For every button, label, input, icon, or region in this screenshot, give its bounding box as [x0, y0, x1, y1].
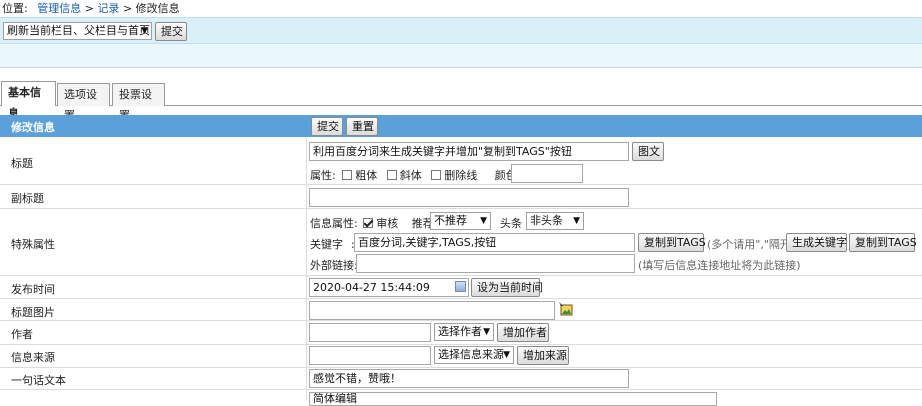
strike-checkbox[interactable] — [431, 170, 442, 180]
generate-keywords-button[interactable]: 生成关键字 — [786, 233, 847, 252]
tab-basic-info[interactable]: 基本信息 — [1, 81, 56, 120]
recommend-value: 不推荐 — [434, 214, 467, 227]
calendar-icon[interactable] — [455, 281, 466, 292]
recommend-select[interactable]: 不推荐 ▼ — [430, 212, 491, 230]
source-input[interactable] — [309, 346, 431, 365]
image-text-button[interactable]: 图文 — [632, 142, 664, 161]
source-select-value: 选择信息来源 — [438, 348, 504, 361]
keyword-hint: (多个请用","隔开) — [707, 238, 796, 251]
chevron-down-icon: ▼ — [573, 216, 580, 226]
editor-mode-field[interactable]: 简体编辑 — [309, 392, 717, 406]
source-label: 信息来源 — [11, 351, 55, 364]
breadcrumb-link-records[interactable]: 记录 — [97, 2, 119, 15]
subtitle-label: 副标题 — [11, 192, 44, 205]
copy-to-tags-button-2[interactable]: 复制到TAGS — [849, 233, 917, 252]
review-checkbox[interactable] — [363, 218, 374, 228]
row-divider — [0, 208, 922, 209]
title-image-input[interactable] — [309, 301, 555, 320]
tab-options[interactable]: 选项设置 — [57, 83, 110, 122]
add-source-button[interactable]: 增加来源 — [517, 346, 569, 365]
header-reset-button[interactable]: 重置 — [346, 117, 378, 136]
bold-label: 粗体 — [355, 169, 378, 182]
summary-input[interactable]: 感觉不错，赞哦！ — [309, 369, 629, 388]
row-divider — [0, 344, 922, 345]
copy-to-tags-button[interactable]: 复制到TAGS — [638, 233, 706, 252]
info-attr-label: 信息属性: — [310, 217, 358, 230]
form-header-bar — [0, 115, 922, 137]
headline-value: 非头条 — [530, 214, 563, 227]
label-column-divider — [306, 137, 307, 400]
row-divider — [0, 184, 922, 185]
external-link-hint: (填写后信息连接地址将为此链接) — [638, 259, 801, 272]
info-band — [0, 44, 922, 68]
info-attr-line: 信息属性: 审核 推荐 — [310, 215, 434, 231]
headline-select[interactable]: 非头条 ▼ — [526, 212, 584, 230]
image-picker-icon[interactable] — [559, 302, 573, 316]
keyword-label-text: 关键字 — [310, 238, 343, 251]
publish-time-label: 发布时间 — [11, 283, 55, 296]
breadcrumb-separator: > — [122, 2, 133, 15]
chevron-down-icon: ▼ — [483, 327, 490, 337]
row-divider — [0, 275, 922, 276]
strike-label: 删除线 — [444, 169, 478, 182]
breadcrumb-prefix: 位置: — [2, 2, 28, 15]
row-divider — [0, 320, 922, 321]
refresh-scope-value: 刷新当前栏目、父栏目与首页 — [7, 24, 150, 37]
chevron-down-icon: ▼ — [480, 216, 487, 226]
italic-checkbox[interactable] — [386, 170, 397, 180]
row-divider — [0, 389, 922, 390]
title-attributes: 属性: 粗体 斜体 删除线 颜色: — [310, 167, 520, 183]
chevron-down-icon: ▼ — [141, 26, 148, 36]
headline-label: 头条 — [500, 217, 522, 230]
form-header-title: 修改信息 — [11, 121, 55, 134]
special-attr-label: 特殊属性 — [11, 238, 55, 251]
external-link-input[interactable] — [356, 254, 635, 273]
title-attr-label: 属性: — [310, 169, 336, 182]
tab-voting[interactable]: 投票设置 — [112, 83, 165, 122]
subtitle-input[interactable] — [309, 188, 629, 207]
breadcrumb-link-manage[interactable]: 管理信息 — [37, 2, 81, 15]
breadcrumb-current: 修改信息 — [135, 2, 180, 15]
add-author-button[interactable]: 增加作者 — [497, 323, 549, 342]
row-divider — [0, 298, 922, 299]
summary-label: 一句话文本 — [11, 374, 66, 387]
chevron-down-icon: ▼ — [503, 350, 510, 360]
review-label: 审核 — [376, 217, 399, 230]
author-select-value: 选择作者 — [438, 325, 482, 338]
keyword-input[interactable]: 百度分词,关键字,TAGS,按钮 — [354, 233, 635, 252]
author-label: 作者 — [11, 328, 33, 341]
author-input[interactable] — [309, 323, 431, 342]
title-input[interactable]: 利用百度分词来生成关键字并增加"复制到TAGS"按钮 — [309, 142, 629, 161]
breadcrumb-separator: > — [84, 2, 94, 15]
set-current-time-button[interactable]: 设为当前时间 — [471, 278, 543, 297]
title-image-label: 标题图片 — [11, 306, 55, 319]
refresh-scope-select[interactable]: 刷新当前栏目、父栏目与首页 ▼ — [3, 22, 152, 40]
toolbar-submit-button[interactable]: 提交 — [155, 22, 187, 41]
keyword-label: 关键字: — [310, 236, 355, 252]
source-select[interactable]: 选择信息来源 ▼ — [434, 346, 514, 364]
header-submit-button[interactable]: 提交 — [311, 117, 343, 136]
color-input[interactable] — [511, 164, 583, 183]
title-label: 标题 — [11, 157, 33, 170]
publish-time-input[interactable]: 2020-04-27 15:44:09 — [309, 278, 469, 297]
breadcrumb: 位置: 管理信息 > 记录 > 修改信息 — [2, 1, 180, 16]
author-select[interactable]: 选择作者 ▼ — [434, 323, 494, 341]
italic-label: 斜体 — [399, 169, 422, 182]
row-divider — [0, 367, 922, 368]
bold-checkbox[interactable] — [342, 170, 353, 180]
external-link-label: 外部链接: — [310, 259, 358, 272]
